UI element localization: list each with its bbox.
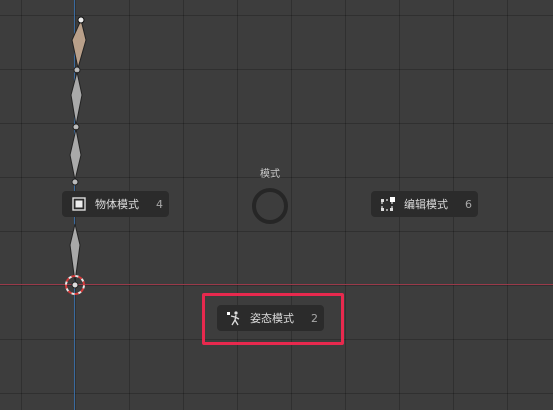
bone-top xyxy=(71,18,87,69)
pie-item-shortcut: 6 xyxy=(465,197,472,211)
bone-3 xyxy=(69,128,82,181)
pie-menu-title: 模式 xyxy=(260,169,280,180)
pie-item-shortcut: 4 xyxy=(156,197,163,211)
pie-item-object-mode[interactable]: 物体模式 4 xyxy=(62,191,169,217)
highlight-annotation-box xyxy=(202,293,344,345)
pie-item-label: 编辑模式 xyxy=(404,198,448,211)
pie-menu-direction-ring xyxy=(252,188,288,224)
edit-mode-icon xyxy=(379,195,397,213)
bone-4 xyxy=(69,223,81,283)
pie-item-label: 物体模式 xyxy=(95,198,139,211)
3d-viewport[interactable]: 模式 物体模式 4 编辑模式 6 姿态模式 2 xyxy=(0,0,553,410)
bone-2 xyxy=(70,71,83,126)
bone-root-joint xyxy=(71,281,79,289)
pie-item-edit-mode[interactable]: 编辑模式 6 xyxy=(371,191,478,217)
bone-joint xyxy=(71,178,79,186)
bone-head-joint xyxy=(77,16,85,24)
object-mode-icon xyxy=(70,195,88,213)
